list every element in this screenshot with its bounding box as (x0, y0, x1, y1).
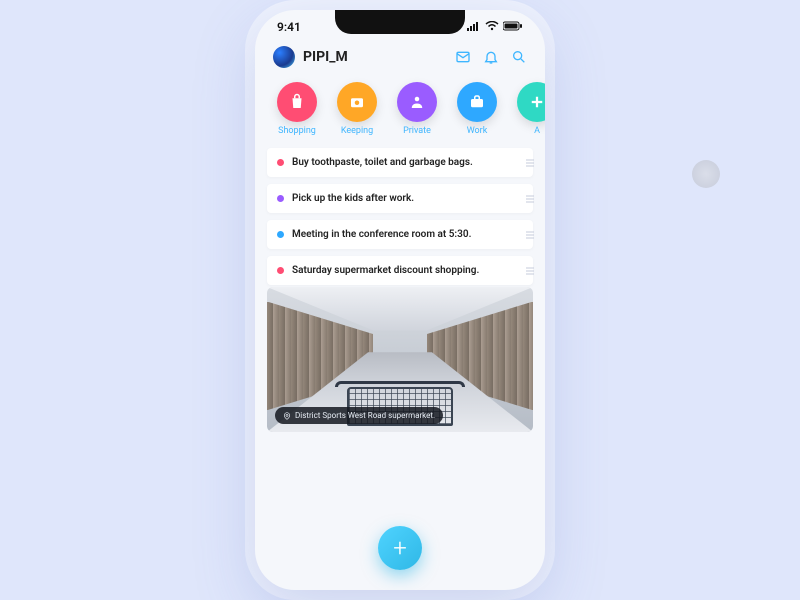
wifi-icon (485, 20, 499, 34)
briefcase-icon (457, 82, 497, 122)
task-text: Pick up the kids after work. (292, 193, 414, 204)
phone-frame: 9:41 PIPI_M (255, 10, 545, 590)
task-dot (277, 159, 284, 166)
notch (335, 10, 465, 34)
camera-icon (337, 82, 377, 122)
task-text: Meeting in the conference room at 5:30. (292, 229, 471, 240)
category-label: Private (403, 126, 431, 136)
task-row[interactable]: Pick up the kids after work. (267, 184, 533, 213)
search-icon[interactable] (511, 49, 527, 65)
pin-icon (283, 412, 291, 420)
task-row[interactable]: Buy toothpaste, toilet and garbage bags. (267, 148, 533, 177)
task-text: Buy toothpaste, toilet and garbage bags. (292, 157, 473, 168)
category-label: Shopping (278, 126, 316, 136)
task-dot (277, 267, 284, 274)
status-time: 9:41 (277, 20, 301, 34)
add-button[interactable]: + (378, 526, 422, 570)
location-chip[interactable]: District Sports West Road supermarket. (275, 407, 443, 424)
category-label: A (534, 126, 540, 136)
touch-indicator (692, 160, 720, 188)
category-work[interactable]: Work (451, 82, 503, 136)
category-shopping[interactable]: Shopping (271, 82, 323, 136)
task-text: Saturday supermarket discount shopping. (292, 265, 479, 276)
drag-handle-icon[interactable] (526, 159, 534, 166)
task-row[interactable]: Saturday supermarket discount shopping. (267, 256, 533, 285)
drag-handle-icon[interactable] (526, 267, 534, 274)
drag-handle-icon[interactable] (526, 195, 534, 202)
plus-icon (517, 82, 545, 122)
task-dot (277, 195, 284, 202)
location-text: District Sports West Road supermarket. (295, 411, 435, 420)
task-list: Buy toothpaste, toilet and garbage bags.… (255, 140, 545, 285)
battery-icon (503, 20, 523, 34)
bell-icon[interactable] (483, 49, 499, 65)
task-dot (277, 231, 284, 238)
signal-icon (467, 20, 481, 34)
category-more[interactable]: A (511, 82, 545, 136)
category-row[interactable]: Shopping Keeping Private Work A (255, 76, 545, 140)
mail-icon[interactable] (455, 49, 471, 65)
person-icon (397, 82, 437, 122)
drag-handle-icon[interactable] (526, 231, 534, 238)
app-header: PIPI_M (255, 34, 545, 76)
avatar[interactable] (273, 46, 295, 68)
plus-icon: + (393, 534, 407, 562)
category-private[interactable]: Private (391, 82, 443, 136)
category-keeping[interactable]: Keeping (331, 82, 383, 136)
bag-icon (277, 82, 317, 122)
category-label: Work (467, 126, 488, 136)
task-row[interactable]: Meeting in the conference room at 5:30. (267, 220, 533, 249)
image-card[interactable]: District Sports West Road supermarket. (267, 287, 533, 432)
category-label: Keeping (341, 126, 373, 136)
username: PIPI_M (303, 49, 455, 65)
